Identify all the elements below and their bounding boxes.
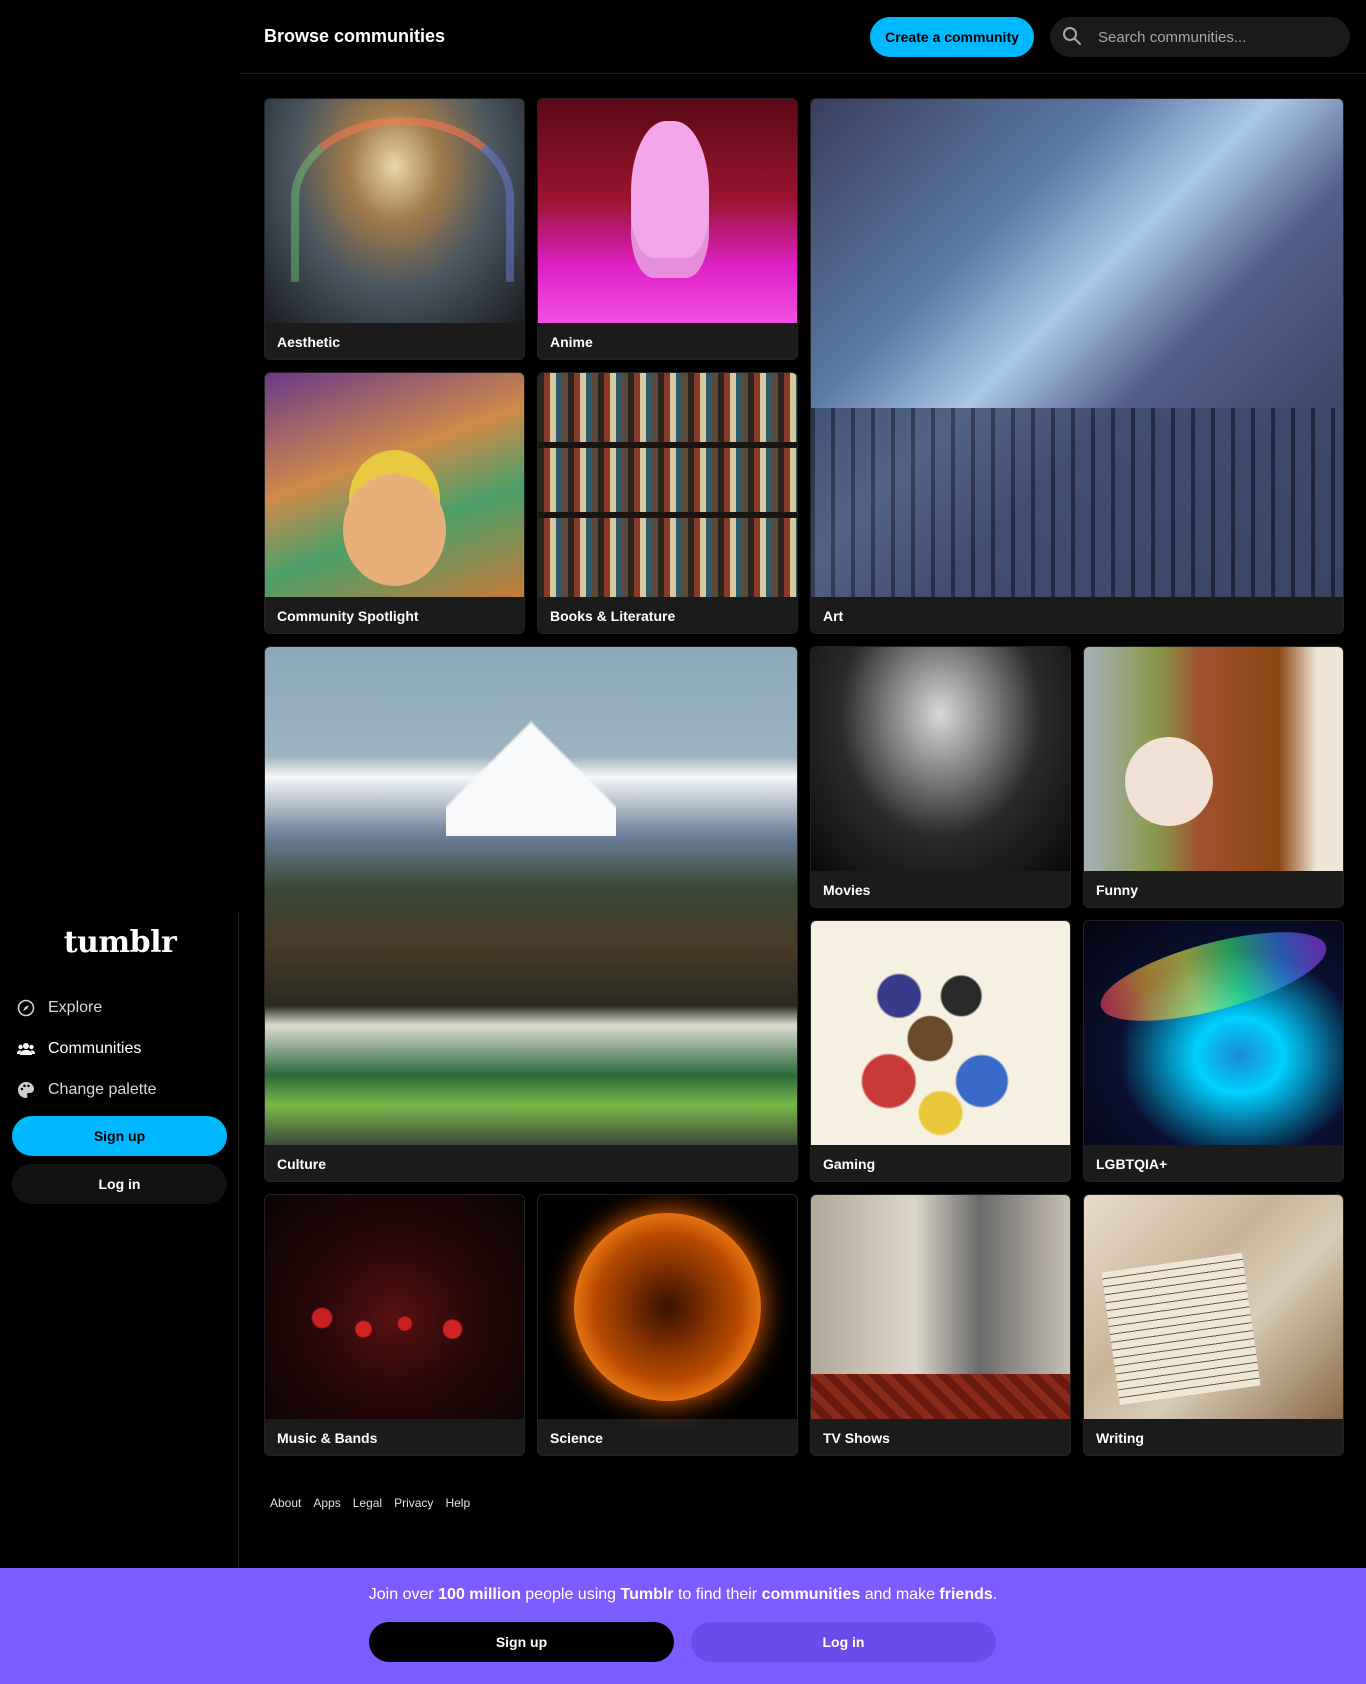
community-label: Art: [823, 608, 844, 624]
banner-text-part: and make: [860, 1586, 940, 1603]
community-image: [265, 373, 524, 597]
banner-text-part: Join over: [368, 1586, 439, 1603]
footer-links: About Apps Legal Privacy Help: [270, 1496, 470, 1510]
community-card-lgbtqia[interactable]: LGBTQIA+: [1083, 920, 1344, 1182]
community-card-culture[interactable]: Culture: [264, 646, 798, 1182]
sidebar-login-button[interactable]: Log in: [12, 1164, 227, 1204]
community-image: [811, 647, 1070, 871]
community-label: Community Spotlight: [277, 608, 419, 624]
search-icon: [1062, 26, 1084, 48]
community-label: Gaming: [823, 1156, 876, 1172]
sidebar-item-label: Change palette: [48, 1080, 157, 1098]
community-card-anime[interactable]: Anime: [537, 98, 798, 360]
people-icon: [16, 1039, 36, 1059]
banner-text-bold: communities: [761, 1586, 861, 1603]
tumblr-logo[interactable]: tumblr: [0, 925, 240, 960]
compass-icon: [16, 998, 36, 1018]
community-image: [811, 99, 1343, 597]
sidebar-item-label: Communities: [48, 1039, 142, 1057]
sidebar-item-communities[interactable]: Communities: [12, 1028, 228, 1069]
banner-text-part: to find their: [673, 1586, 762, 1603]
community-card-tv-shows[interactable]: TV Shows: [810, 1194, 1071, 1456]
footer-link-apps[interactable]: Apps: [313, 1496, 340, 1510]
signup-banner: Join over 100 million people using Tumbl…: [0, 1568, 1366, 1684]
community-image: [1084, 1195, 1343, 1419]
sidebar-item-explore[interactable]: Explore: [12, 987, 228, 1028]
banner-login-button[interactable]: Log in: [691, 1622, 996, 1662]
community-image: [1084, 647, 1343, 871]
community-image: [538, 99, 797, 323]
sidebar-signup-button[interactable]: Sign up: [12, 1116, 227, 1156]
community-label: Aesthetic: [277, 334, 341, 350]
sidebar: tumblr Explore Communities Change palett…: [0, 0, 240, 1568]
community-label: LGBTQIA+: [1096, 1156, 1168, 1172]
community-card-aesthetic[interactable]: Aesthetic: [264, 98, 525, 360]
community-image: [538, 1195, 797, 1419]
community-label: Music & Bands: [277, 1430, 378, 1446]
community-card-science[interactable]: Science: [537, 1194, 798, 1456]
community-label: Anime: [550, 334, 593, 350]
community-label: Science: [550, 1430, 603, 1446]
banner-text-bold: 100 million: [438, 1586, 521, 1603]
community-label: Movies: [823, 882, 871, 898]
community-card-writing[interactable]: Writing: [1083, 1194, 1344, 1456]
community-image: [1084, 921, 1343, 1145]
community-label: Books & Literature: [550, 608, 676, 624]
community-image: [265, 647, 797, 1145]
footer-link-legal[interactable]: Legal: [353, 1496, 382, 1510]
banner-signup-button[interactable]: Sign up: [369, 1622, 674, 1662]
create-community-button[interactable]: Create a community: [870, 17, 1034, 57]
footer-link-help[interactable]: Help: [445, 1496, 470, 1510]
community-card-community-spotlight[interactable]: Community Spotlight: [264, 372, 525, 634]
community-image: [265, 1195, 524, 1419]
community-label: Culture: [277, 1156, 326, 1172]
community-image: [265, 99, 524, 323]
banner-text: Join over 100 million people using Tumbl…: [0, 1586, 1366, 1604]
banner-text-bold: friends: [939, 1586, 993, 1603]
community-label: Funny: [1096, 882, 1138, 898]
header: Browse communities Create a community: [240, 0, 1366, 74]
banner-text-part: .: [992, 1586, 998, 1603]
community-image: [811, 921, 1070, 1145]
search-box[interactable]: [1050, 17, 1350, 57]
sidebar-nav: Explore Communities Change palette: [12, 987, 228, 1110]
community-card-funny[interactable]: Funny: [1083, 646, 1344, 908]
community-image: [538, 373, 797, 597]
footer-link-about[interactable]: About: [270, 1496, 301, 1510]
community-label: TV Shows: [823, 1430, 890, 1446]
community-card-gaming[interactable]: Gaming: [810, 920, 1071, 1182]
page-title: Browse communities: [264, 26, 446, 46]
community-card-movies[interactable]: Movies: [810, 646, 1071, 908]
palette-icon: [16, 1080, 36, 1100]
banner-text-part: people using: [520, 1586, 621, 1603]
search-input[interactable]: [1098, 28, 1338, 46]
community-card-art[interactable]: Art: [810, 98, 1344, 634]
community-card-music-bands[interactable]: Music & Bands: [264, 1194, 525, 1456]
sidebar-item-change-palette[interactable]: Change palette: [12, 1069, 228, 1110]
community-image: [811, 1195, 1070, 1419]
sidebar-item-label: Explore: [48, 998, 103, 1016]
banner-text-bold: Tumblr: [620, 1586, 674, 1603]
community-card-books-literature[interactable]: Books & Literature: [537, 372, 798, 634]
footer-link-privacy[interactable]: Privacy: [394, 1496, 433, 1510]
community-label: Writing: [1096, 1430, 1144, 1446]
community-grid: Aesthetic Anime Art Community Spotlight …: [264, 98, 1344, 1456]
sidebar-divider: [238, 913, 239, 1568]
